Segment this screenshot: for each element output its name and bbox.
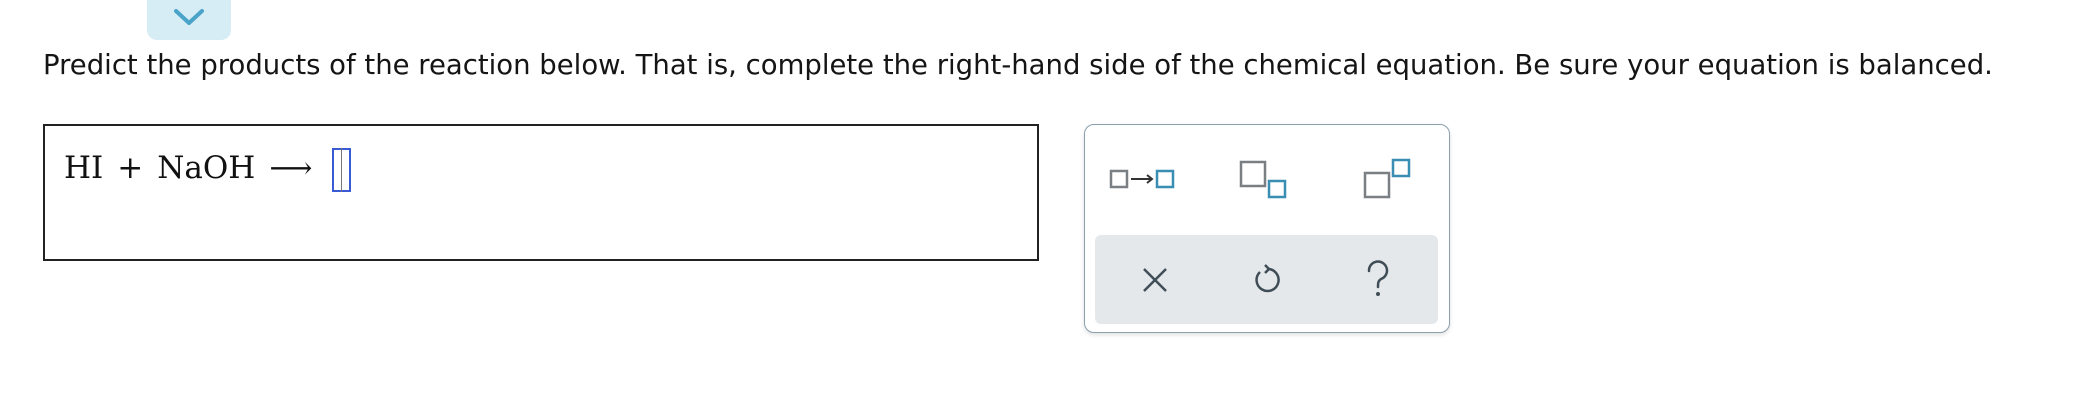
equation-answer-box[interactable]: HI + NaOH ⟶ [43, 124, 1039, 261]
subscript-icon [1239, 160, 1287, 199]
superscript-template-button[interactable] [1355, 155, 1415, 205]
question-prompt: Predict the products of the reaction bel… [43, 49, 1993, 81]
reactant-hi: HI [64, 150, 104, 186]
help-icon [1367, 260, 1389, 296]
page: Predict the products of the reaction bel… [0, 0, 2090, 400]
subscript-template-button[interactable] [1233, 155, 1293, 205]
equation-editor-palette [1084, 124, 1450, 333]
help-button[interactable] [1348, 253, 1408, 305]
clear-button[interactable] [1125, 255, 1185, 305]
undo-icon [1255, 264, 1280, 293]
superscript-icon [1363, 158, 1411, 199]
undo-button[interactable] [1237, 255, 1297, 305]
palette-action-bar [1095, 235, 1438, 324]
product-input-slot[interactable] [332, 148, 352, 192]
chemical-equation: HI + NaOH ⟶ [64, 144, 352, 192]
reaction-arrow-template-button[interactable] [1105, 159, 1185, 199]
reactant-naoh: NaOH [157, 150, 256, 186]
plus-sign: + [117, 150, 144, 186]
close-icon [1143, 268, 1167, 292]
box-arrow-box-icon [1109, 169, 1175, 189]
collapse-toggle-button[interactable] [147, 0, 231, 40]
reaction-arrow: ⟶ [269, 150, 313, 186]
chevron-down-icon [174, 9, 204, 25]
